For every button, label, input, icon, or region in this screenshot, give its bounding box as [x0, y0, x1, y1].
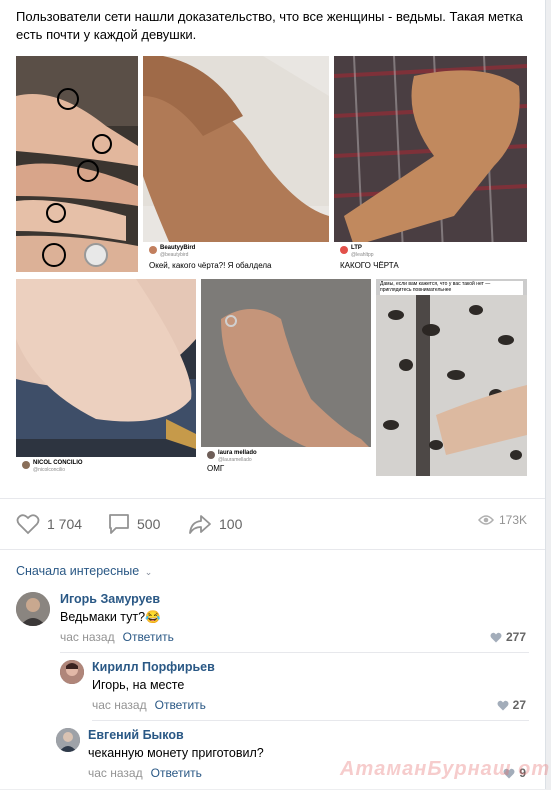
caption-avatar [340, 246, 348, 254]
caption-handle: @leahltpp [351, 252, 374, 258]
comment-text: Игорь, на месте [92, 678, 185, 692]
post-actions: 1 704 500 100 173K [0, 498, 545, 549]
post-card: Пользователи сети нашли доказательство, … [0, 0, 551, 790]
caption-name: BeautyyBird [160, 245, 196, 251]
comments-section: Сначала интересные ⌄ Игорь Замуруев Ведь… [0, 549, 545, 790]
avatar-image [56, 728, 80, 752]
photo-4-caption: NICOL CONCILIO @nicolconcilio [16, 457, 196, 476]
photo-5-caption: laura mellado @lauramellado ОМГ [201, 447, 371, 476]
photo-2-caption: BeautyyBird @beautybird Окей, какого чёр… [143, 242, 329, 274]
caption-name: LTP [351, 245, 362, 251]
reply-link[interactable]: Ответить [151, 766, 202, 780]
post-text: Пользователи сети нашли доказательство, … [16, 9, 523, 42]
caption-text: Окей, какого чёрта?! Я обалдела [149, 261, 272, 270]
comment-text: Ведьмаки тут?😂 [60, 610, 161, 625]
share-count: 100 [219, 516, 243, 532]
avatar-image [16, 592, 50, 626]
caption-avatar [149, 246, 157, 254]
photo-3[interactable]: LTP @leahltpp КАКОГО ЧЁРТА [334, 56, 527, 274]
heart-icon [16, 514, 40, 535]
avatar[interactable] [16, 592, 50, 626]
divider [92, 720, 529, 721]
caption-handle: @lauramellado [218, 457, 252, 463]
comment-text: чеканную монету приготовил? [88, 746, 264, 760]
comments-sort-label: Сначала интересные [16, 564, 140, 578]
comment-button[interactable]: 500 [108, 513, 160, 535]
chevron-down-icon: ⌄ [144, 567, 153, 577]
comment-time[interactable]: час назад [92, 698, 147, 712]
photo-2[interactable]: BeautyyBird @beautybird Окей, какого чёр… [143, 56, 329, 274]
photo-6-image [376, 295, 527, 476]
comment-time[interactable]: час назад [60, 630, 115, 644]
comment-meta: час назад Ответить [60, 630, 174, 644]
laughing-emoji-icon: 😂 [145, 610, 161, 624]
comment: Игорь Замуруев Ведьмаки тут?😂 час назад О… [0, 590, 545, 650]
comment-reply: Кирилл Порфирьев Игорь, на месте час наз… [0, 658, 545, 718]
photo-1[interactable] [16, 56, 138, 272]
watermark: АтаманБурнаш от ЯП [340, 758, 551, 780]
comment-time[interactable]: час назад [88, 766, 143, 780]
heart-icon [497, 700, 509, 710]
avatar[interactable] [56, 728, 80, 752]
reply-link[interactable]: Ответить [155, 698, 206, 712]
comments-sort-dropdown[interactable]: Сначала интересные ⌄ [16, 564, 152, 578]
eye-icon [477, 515, 494, 525]
photo-1-image [16, 56, 138, 272]
comment-like-button[interactable]: 277 [490, 630, 526, 644]
caption-avatar [22, 461, 30, 469]
photo-4-image [16, 279, 196, 476]
views-counter: 173K [477, 513, 527, 527]
heart-icon [490, 632, 502, 642]
photo-5[interactable]: laura mellado @lauramellado ОМГ [201, 279, 371, 476]
avatar[interactable] [60, 660, 84, 684]
comment-count: 500 [137, 516, 161, 532]
caption-avatar [207, 451, 215, 459]
comment-like-count: 277 [505, 630, 526, 644]
comment-like-count: 27 [512, 698, 526, 712]
views-count: 173K [498, 513, 527, 527]
comment-meta: час назад Ответить [92, 698, 206, 712]
photo-3-caption: LTP @leahltpp КАКОГО ЧЁРТА [334, 242, 527, 274]
comment-meta: час назад Ответить [88, 766, 202, 780]
comment-like-button[interactable]: 27 [497, 698, 526, 712]
share-arrow-icon [189, 515, 211, 534]
avatar-image [60, 660, 84, 684]
comment-author[interactable]: Кирилл Порфирьев [92, 660, 215, 674]
reply-link[interactable]: Ответить [123, 630, 174, 644]
like-count: 1 704 [47, 516, 83, 532]
caption-text: ОМГ [207, 464, 225, 473]
comment-author[interactable]: Игорь Замуруев [60, 592, 160, 606]
photo-6-header: Дамы, если вам кажется, что у вас такой … [380, 281, 523, 295]
photo-4[interactable]: NICOL CONCILIO @nicolconcilio [16, 279, 196, 476]
comment-text-body: Ведьмаки тут? [60, 610, 146, 624]
comment-icon [109, 514, 129, 534]
caption-handle: @nicolconcilio [33, 467, 66, 473]
caption-name: laura mellado [218, 450, 257, 456]
photo-6[interactable]: Дамы, если вам кажется, что у вас такой … [376, 279, 527, 476]
share-button[interactable]: 100 [188, 513, 242, 535]
divider [60, 652, 529, 653]
caption-text: КАКОГО ЧЁРТА [340, 261, 399, 270]
caption-name: NICOL CONCILIO [33, 460, 83, 466]
caption-handle: @beautybird [160, 252, 189, 258]
comment-author[interactable]: Евгений Быков [88, 728, 184, 742]
like-button[interactable]: 1 704 [16, 513, 82, 535]
